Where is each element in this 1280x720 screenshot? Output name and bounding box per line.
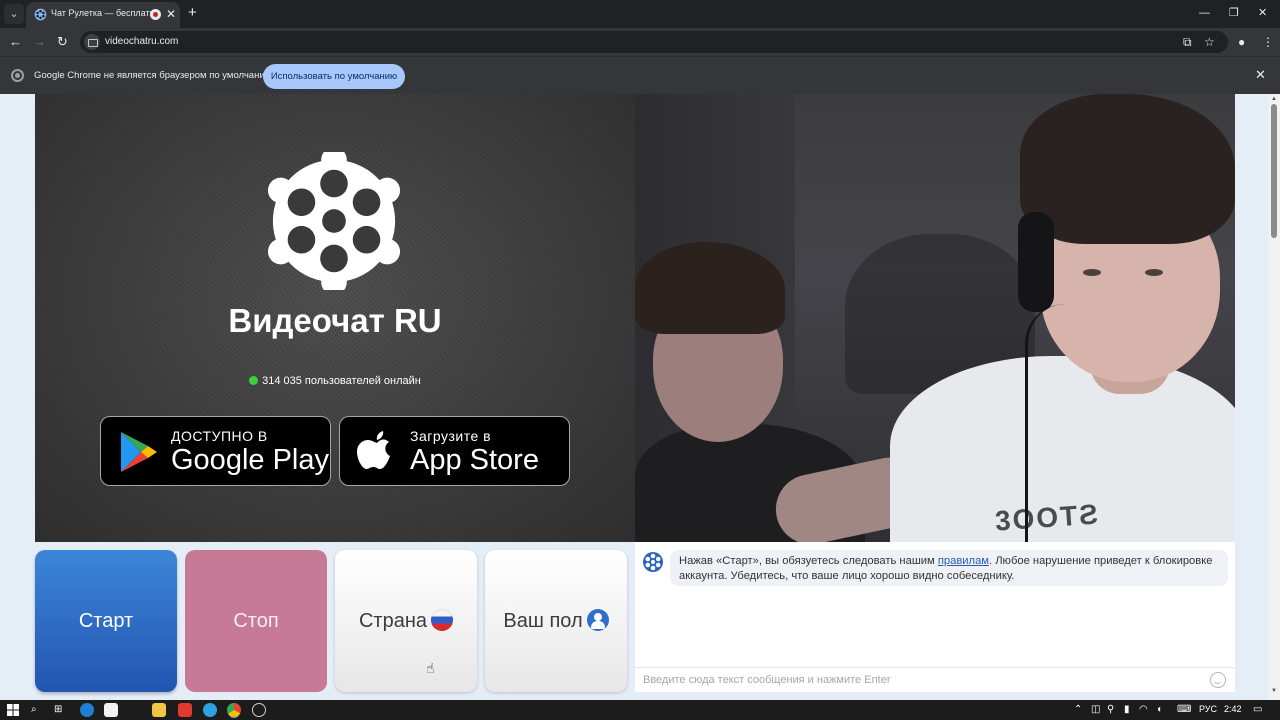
tab-close-icon[interactable]: ✕ (166, 7, 176, 21)
page-content: Видеочат RU 314 035 пользователей онлайн… (0, 94, 1268, 700)
app-store-big-text: App Store (410, 444, 539, 476)
user-avatar-icon (586, 609, 609, 631)
browser-titlebar: ⌄ Чат Рулетка — бесплатный видеочат ✕ + … (0, 0, 1280, 28)
new-tab-button[interactable]: + (188, 5, 197, 21)
browser-tab[interactable]: Чат Рулетка — бесплатный видеочат ✕ (26, 2, 180, 28)
app-icon[interactable] (252, 703, 266, 717)
brand-title: Видеочат RU (228, 302, 442, 339)
close-icon[interactable]: ✕ (1258, 6, 1267, 20)
tab-recording-icon (150, 9, 161, 20)
revolver-logo-icon (643, 552, 663, 572)
online-counter: 314 035 пользователей онлайн (35, 375, 635, 387)
bookmark-star-icon[interactable]: ☆ (1204, 34, 1215, 50)
headphones (1018, 212, 1054, 312)
set-default-button[interactable]: Использовать по умолчанию (263, 64, 405, 89)
start-button[interactable]: Старт (35, 550, 177, 692)
site-info-icon[interactable] (84, 34, 100, 50)
notification-icon[interactable]: ▭ (1253, 703, 1262, 717)
address-bar[interactable]: videochatru.com ⧉ ☆ (80, 31, 1228, 53)
gender-button[interactable]: Ваш пол (485, 550, 627, 692)
app-store-small-text: Загрузите в (410, 428, 492, 444)
volume-icon[interactable]: ◖ (1156, 703, 1162, 717)
country-button[interactable]: Страна (335, 550, 477, 692)
google-play-small-text: ДОСТУПНО В (171, 428, 268, 444)
restore-icon[interactable]: ❐ (1229, 6, 1239, 20)
revolver-logo-icon (267, 152, 401, 290)
scroll-down-icon[interactable]: ▼ (1271, 688, 1277, 694)
install-app-icon[interactable]: ⧉ (1183, 34, 1192, 50)
language-indicator[interactable]: РУС (1199, 704, 1217, 714)
online-status-icon (249, 376, 259, 385)
forward-icon[interactable]: → (33, 34, 46, 50)
google-play-big-text: Google Play (171, 444, 329, 476)
clock[interactable]: 2:42 (1224, 704, 1242, 714)
google-play-badge[interactable]: ДОСТУПНО В Google Play (100, 416, 331, 486)
local-video-panel: Видеочат RU 314 035 пользователей онлайн… (35, 94, 635, 542)
url-text[interactable]: videochatru.com (105, 36, 178, 47)
back-icon[interactable]: ← (9, 34, 22, 50)
profile-icon[interactable]: ● (1238, 34, 1245, 50)
chrome-icon[interactable] (227, 703, 241, 717)
scroll-up-icon[interactable]: ▲ (1271, 96, 1277, 102)
tray-network-icon[interactable]: ⚲ (1107, 703, 1114, 717)
emoji-icon[interactable] (1210, 672, 1226, 688)
headphone-cable (1025, 304, 1085, 542)
minimize-icon[interactable]: — (1199, 6, 1210, 20)
person-right-eye (1083, 269, 1101, 276)
hand-cursor-icon: ☝ (426, 660, 435, 676)
tab-title: Чат Рулетка — бесплатный видеочат (51, 8, 151, 18)
rules-link[interactable]: правилам (938, 555, 989, 567)
scroll-thumb[interactable] (1271, 104, 1277, 238)
google-play-icon (121, 432, 157, 472)
notice-text: Нажав «Старт», вы обязуетесь следовать н… (679, 555, 938, 567)
country-label: Страна (358, 610, 428, 632)
remote-video-panel: 3OOTƧ (635, 94, 1235, 542)
person-right-eye (1145, 269, 1163, 276)
windows-taskbar: ⌕ ⊞ ⌃ ◫ ⚲ ▮ ◠ ◖ ⌨ РУС 2:42 ▭ (0, 700, 1280, 720)
telegram-icon[interactable] (203, 703, 217, 717)
store-icon[interactable] (104, 703, 118, 717)
microphone-icon[interactable]: ▮ (1124, 703, 1130, 717)
system-message: Нажав «Старт», вы обязуетесь следовать н… (670, 550, 1228, 586)
online-count-text: 314 035 пользователей онлайн (262, 375, 421, 387)
infobar-close-icon[interactable]: ✕ (1255, 68, 1266, 82)
page-scrollbar[interactable]: ▲ ▼ (1268, 94, 1280, 700)
task-view-icon[interactable]: ⊞ (54, 703, 62, 717)
reload-icon[interactable]: ↻ (57, 34, 68, 50)
infobar-message: Google Chrome не является браузером по у… (34, 70, 275, 81)
yandex-icon[interactable] (178, 703, 192, 717)
tab-search-icon[interactable]: ⌄ (4, 4, 24, 24)
chat-panel: Нажав «Старт», вы обязуетесь следовать н… (635, 542, 1235, 692)
tray-app-icon[interactable]: ◫ (1091, 703, 1100, 717)
menu-icon[interactable]: ⋮ (1262, 34, 1274, 50)
default-browser-infobar: Google Chrome не является браузером по у… (0, 56, 1280, 94)
windows-start-icon[interactable] (6, 703, 20, 717)
edge-icon[interactable] (80, 703, 94, 717)
gender-label: Ваш пол (503, 610, 583, 632)
search-icon[interactable]: ⌕ (31, 703, 37, 717)
browser-toolbar: ← → ↻ videochatru.com ⧉ ☆ ● ⋮ (0, 28, 1280, 56)
tray-chevron-icon[interactable]: ⌃ (1074, 703, 1082, 717)
site-favicon-icon (34, 8, 47, 21)
apple-icon (357, 431, 390, 469)
person-left-hair (635, 242, 785, 334)
message-placeholder[interactable]: Введите сюда текст сообщения и нажмите E… (643, 674, 891, 686)
wifi-icon[interactable]: ◠ (1139, 703, 1148, 717)
stop-button[interactable]: Стоп (185, 550, 327, 692)
chrome-logo-icon (11, 69, 24, 82)
keyboard-icon[interactable]: ⌨ (1177, 703, 1191, 717)
message-input[interactable]: Введите сюда текст сообщения и нажмите E… (635, 667, 1235, 692)
russia-flag-icon (431, 609, 454, 631)
app-store-badge[interactable]: Загрузите в App Store (339, 416, 570, 486)
file-explorer-icon[interactable] (152, 703, 166, 717)
